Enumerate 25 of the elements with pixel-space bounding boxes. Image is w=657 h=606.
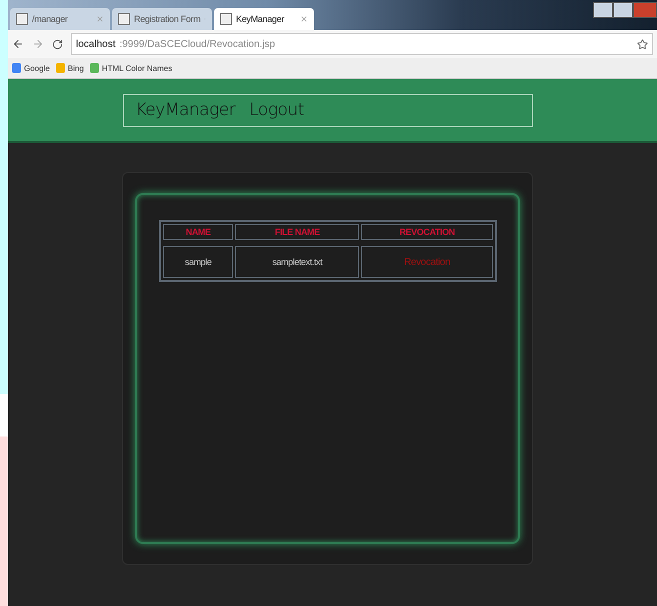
table-cell: sample — [163, 246, 234, 278]
bookmark-icon — [56, 63, 65, 73]
column-header: FILE NAME — [235, 224, 360, 240]
nav-link[interactable]: Logout — [249, 100, 304, 120]
address-field[interactable]: localhost :9999/DaSCECloud/Revocation.jsp — [71, 33, 653, 55]
bookmark[interactable]: HTML Color Names — [90, 63, 172, 73]
back-icon[interactable] — [12, 38, 24, 50]
reload-icon[interactable] — [52, 38, 63, 50]
page-icon — [118, 13, 130, 25]
browser-tab[interactable]: /manager — [10, 8, 110, 30]
bookmark[interactable]: Google — [12, 63, 50, 73]
maximize-button[interactable] — [613, 2, 633, 18]
page-icon — [16, 13, 28, 25]
star-icon[interactable] — [637, 38, 648, 50]
bookmark[interactable]: Bing — [56, 63, 84, 73]
minimize-button[interactable] — [593, 2, 613, 18]
browser-tab[interactable]: Registration Form — [112, 8, 212, 30]
nav-link[interactable]: KeyManager — [136, 100, 236, 120]
browser-tab[interactable]: KeyManager — [214, 8, 314, 30]
column-header: NAME — [163, 224, 234, 240]
bookmark-icon — [12, 63, 21, 73]
page-icon — [220, 13, 232, 25]
column-header: REVOCATION — [361, 224, 493, 240]
bookmark-icon — [90, 63, 99, 73]
table-cell: sampletext.txt — [235, 246, 360, 278]
